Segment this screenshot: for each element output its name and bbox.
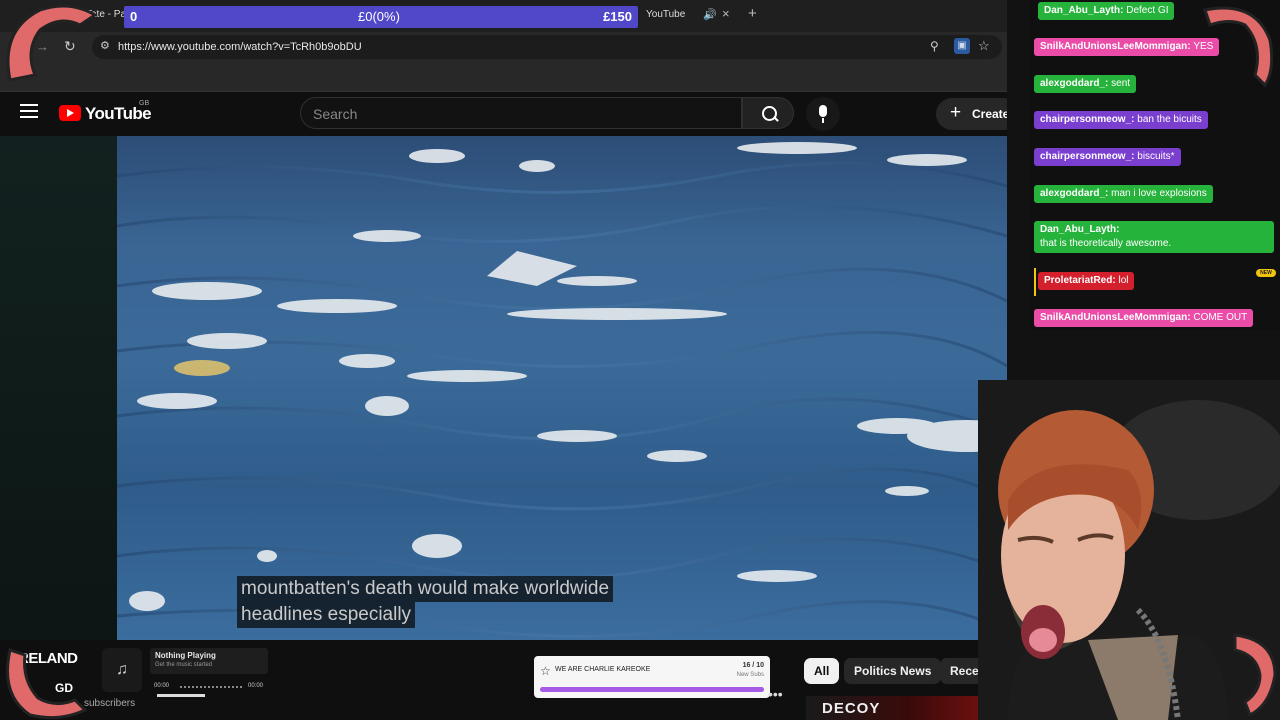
claw-decoration-icon bbox=[1233, 633, 1277, 718]
claw-decoration-icon bbox=[1203, 6, 1274, 88]
sub-goal-title: WE ARE CHARLIE KAREOKE bbox=[555, 666, 651, 673]
chat-text: biscuits* bbox=[1137, 151, 1175, 162]
goal-start: 0 bbox=[130, 9, 138, 24]
chat-user: alexgoddard_: bbox=[1040, 78, 1109, 89]
sub-goal-widget: ☆ WE ARE CHARLIE KAREOKE 16 / 10 New Sub… bbox=[534, 656, 770, 698]
chat-text: that is theoretically awesome. bbox=[1040, 238, 1172, 249]
country-code: GB bbox=[139, 100, 150, 107]
chat-user: ProletariatRed: bbox=[1044, 275, 1116, 286]
youtube-header: YouTube GB + Create bbox=[0, 92, 1030, 136]
music-note-icon: ♫ bbox=[102, 648, 142, 692]
microphone-icon[interactable] bbox=[806, 97, 840, 131]
chat-user: chairpersonmeow_: bbox=[1040, 151, 1135, 162]
goal-current: £0(0%) bbox=[358, 9, 400, 24]
now-playing-subtitle: Get the music started bbox=[155, 662, 213, 668]
thumbnail-text: DECOY bbox=[822, 700, 881, 717]
cast-icon[interactable]: ▣ bbox=[954, 38, 970, 54]
chat-message: chairpersonmeow_: biscuits* bbox=[1034, 148, 1181, 166]
search-box bbox=[300, 97, 742, 129]
donation-goal-bar: 0 £0(0%) £150 bbox=[124, 6, 638, 28]
close-icon[interactable]: × bbox=[722, 6, 730, 21]
highlight-bar bbox=[1034, 268, 1036, 296]
chat-text: sent bbox=[1111, 78, 1131, 89]
player-left-margin bbox=[0, 136, 117, 640]
chat-text: COME OUT bbox=[1193, 312, 1248, 323]
new-badge: NEW bbox=[1256, 269, 1276, 277]
create-label: Create bbox=[972, 107, 1010, 121]
video-player[interactable] bbox=[117, 136, 1007, 640]
sea-debris-frame bbox=[117, 142, 1007, 638]
chat-message: Dan_Abu_Layth: that is theoretically awe… bbox=[1034, 221, 1274, 253]
now-playing-widget: ♫ Nothing Playing Get the music started … bbox=[102, 648, 282, 703]
sub-goal-count: 16 / 10 bbox=[742, 662, 764, 669]
now-playing-info: Nothing Playing Get the music started bbox=[150, 648, 268, 674]
chat-user: chairpersonmeow_: bbox=[1040, 114, 1135, 125]
tab-youtube-title[interactable]: YouTube bbox=[646, 9, 685, 20]
chat-message: SnilkAndUnionsLeeMommigan: YES bbox=[1034, 38, 1220, 56]
caption-line-1: mountbatten's death would make worldwide bbox=[237, 576, 614, 602]
music-time-end: 00:00 bbox=[248, 683, 264, 689]
chat-text: ban the bicuits bbox=[1137, 114, 1202, 125]
goal-target: £150 bbox=[603, 9, 632, 24]
chat-user: alexgoddard_: bbox=[1040, 188, 1109, 199]
address-bar: → ↻ ⚙ https://www.youtube.com/watch?v=Tc… bbox=[0, 32, 1030, 62]
plus-icon: + bbox=[950, 102, 962, 123]
chip-politics-news[interactable]: Politics News bbox=[844, 658, 942, 684]
bookmark-star-icon[interactable]: ☆ bbox=[978, 38, 990, 54]
music-time-start: 00:00 bbox=[154, 683, 170, 689]
chat-message: alexgoddard_: sent bbox=[1034, 75, 1137, 93]
chat-message: SnilkAndUnionsLeeMommigan: COME OUT bbox=[1034, 309, 1254, 327]
chat-user: SnilkAndUnionsLeeMommigan: bbox=[1040, 41, 1191, 52]
chat-message: chairpersonmeow_: ban the bicuits bbox=[1034, 111, 1208, 129]
plus-icon[interactable]: + bbox=[748, 5, 757, 22]
youtube-logo-icon[interactable] bbox=[59, 105, 81, 121]
chat-user: Dan_Abu_Layth: bbox=[1044, 5, 1124, 16]
youtube-logo-text[interactable]: YouTube bbox=[85, 104, 152, 124]
chat-message: ProletariatRed: lol bbox=[1038, 272, 1135, 290]
chat-text: lol bbox=[1118, 275, 1129, 286]
claw-decoration-icon bbox=[6, 4, 98, 82]
url-field[interactable]: ⚙ https://www.youtube.com/watch?v=TcRh0b… bbox=[92, 35, 1002, 59]
more-icon[interactable]: ••• bbox=[768, 686, 783, 702]
menu-icon[interactable] bbox=[20, 104, 38, 118]
zoom-icon[interactable]: ⚲ bbox=[930, 39, 939, 53]
chat-user: Dan_Abu_Layth: bbox=[1040, 224, 1120, 235]
sub-goal-progress bbox=[540, 687, 764, 692]
chat-text: man i love explosions bbox=[1111, 188, 1207, 199]
chat-message: Dan_Abu_Layth: Defect GI bbox=[1038, 2, 1175, 20]
caption-line-2: headlines especially bbox=[237, 602, 416, 628]
bookmarks-bar bbox=[0, 62, 1030, 92]
chat-text: Defect GI bbox=[1126, 5, 1169, 16]
speaker-icon[interactable]: 🔊 bbox=[703, 8, 717, 21]
sub-goal-progress-fill bbox=[540, 687, 764, 692]
chat-message: alexgoddard_: man i love explosions bbox=[1034, 185, 1213, 203]
chat-user: SnilkAndUnionsLeeMommigan: bbox=[1040, 312, 1191, 323]
search-button[interactable] bbox=[742, 97, 794, 129]
sub-goal-label: New Subs bbox=[736, 672, 764, 678]
now-playing-title: Nothing Playing bbox=[155, 651, 216, 660]
claw-decoration-icon bbox=[6, 648, 88, 720]
video-captions: mountbatten's death would make worldwide… bbox=[237, 576, 614, 628]
music-progress bbox=[180, 686, 242, 688]
star-icon: ☆ bbox=[540, 664, 551, 678]
url-text[interactable]: https://www.youtube.com/watch?v=TcRh0b9o… bbox=[118, 41, 362, 53]
music-bar bbox=[157, 694, 205, 697]
search-input[interactable] bbox=[313, 104, 713, 124]
chip-all[interactable]: All bbox=[804, 658, 840, 684]
